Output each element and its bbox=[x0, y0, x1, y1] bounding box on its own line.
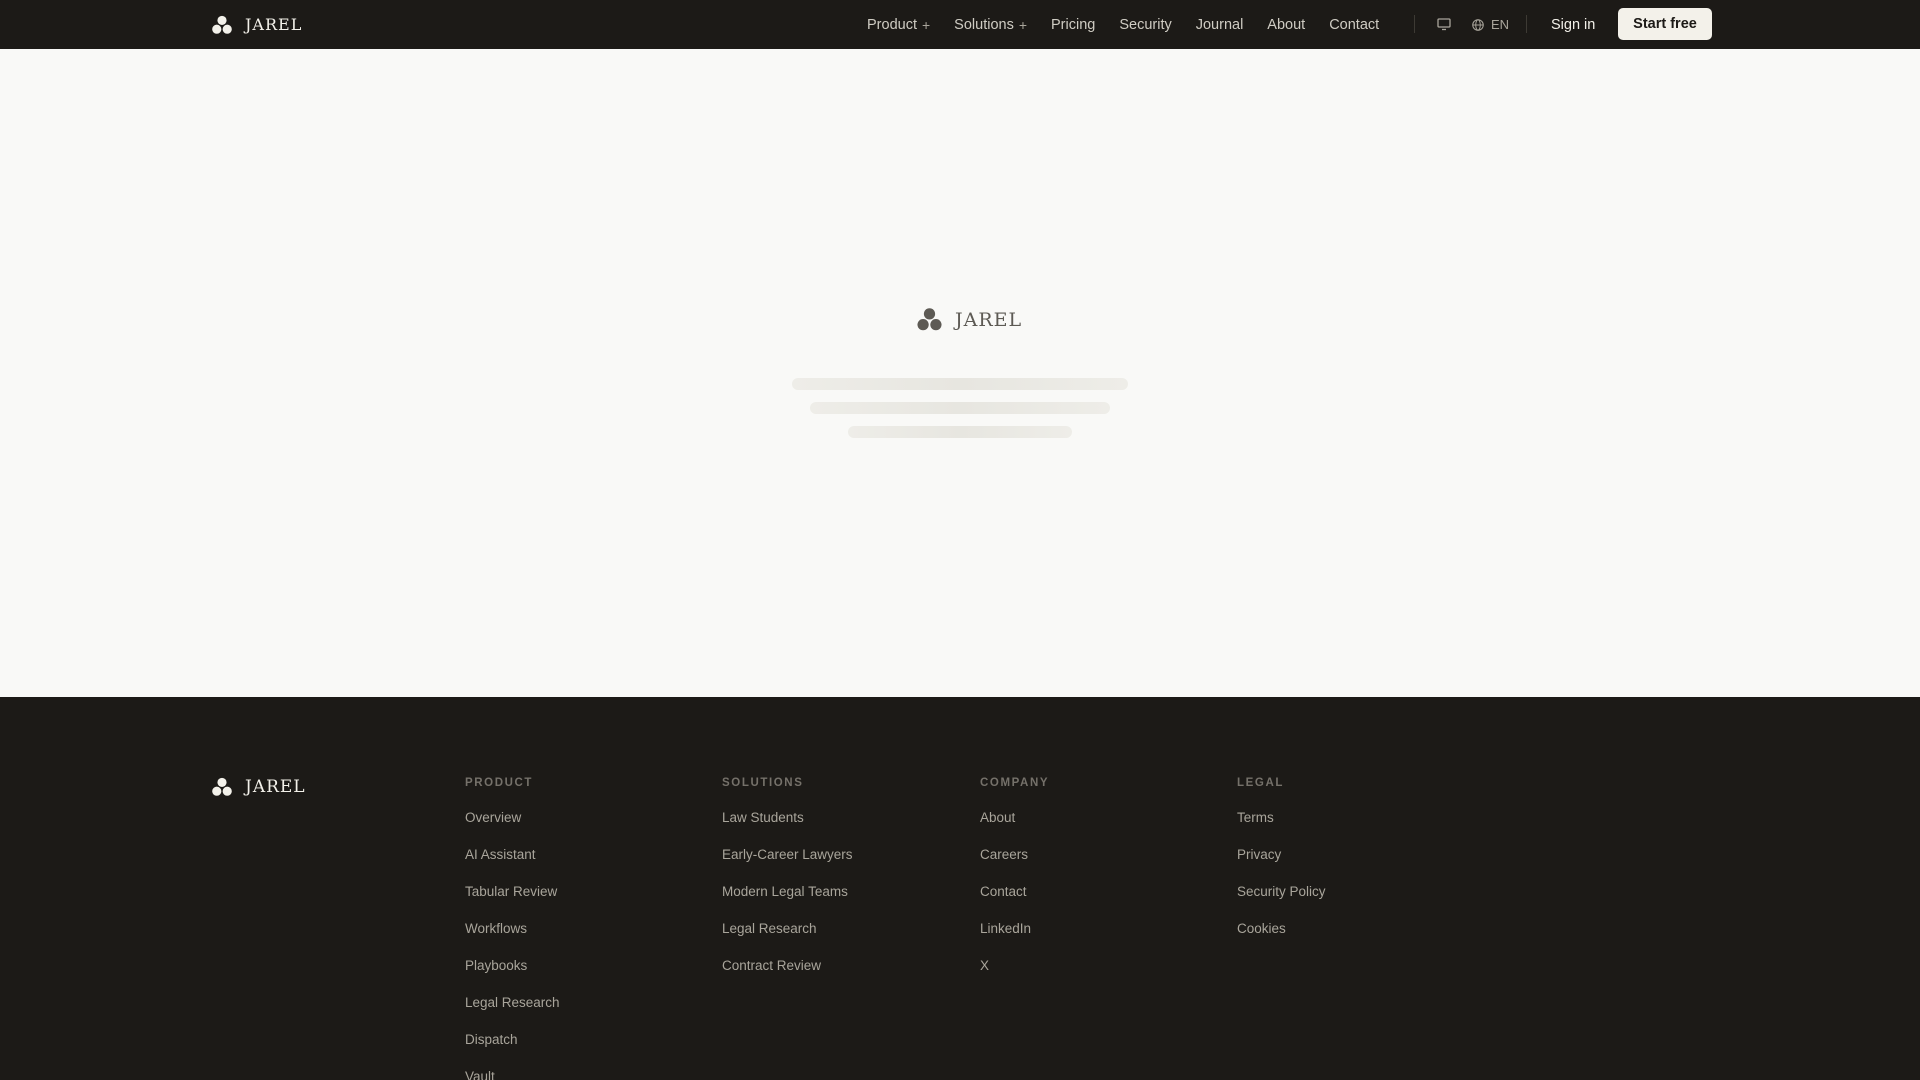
footer-logo[interactable]: JAREL bbox=[211, 774, 306, 800]
footer-link[interactable]: Security Policy bbox=[1237, 883, 1326, 920]
skeleton-line bbox=[848, 426, 1072, 438]
footer-link[interactable]: Legal Research bbox=[722, 920, 853, 957]
main-nav: Product + Solutions + Pricing Security J… bbox=[867, 0, 1403, 49]
skeleton-line bbox=[810, 402, 1110, 414]
nav-solutions-label: Solutions bbox=[954, 16, 1014, 33]
sign-in-link[interactable]: Sign in bbox=[1551, 0, 1595, 49]
site-footer bbox=[0, 697, 1920, 1080]
start-free-button[interactable]: Start free bbox=[1618, 8, 1712, 40]
brand-wordmark: JAREL bbox=[245, 777, 306, 797]
nav-product[interactable]: Product + bbox=[867, 17, 930, 33]
nav-security[interactable]: Security bbox=[1119, 17, 1171, 33]
footer-heading: SOLUTIONS bbox=[722, 777, 804, 789]
footer-link[interactable]: Dispatch bbox=[465, 1031, 560, 1068]
tri-leaf-logo-icon bbox=[212, 777, 232, 796]
nav-journal[interactable]: Journal bbox=[1196, 17, 1244, 33]
header-logo[interactable]: JAREL bbox=[211, 0, 302, 49]
language-code: EN bbox=[1491, 17, 1510, 32]
language-selector[interactable]: EN bbox=[1471, 0, 1509, 49]
footer-heading: LEGAL bbox=[1237, 777, 1284, 789]
footer-link[interactable]: About bbox=[980, 809, 1049, 846]
footer-link[interactable]: X bbox=[980, 957, 1049, 994]
footer-link[interactable]: Overview bbox=[465, 809, 560, 846]
footer-column-solutions: SOLUTIONS Law Students Early-Career Lawy… bbox=[722, 777, 853, 994]
footer-heading: COMPANY bbox=[980, 777, 1050, 789]
nav-divider bbox=[1526, 15, 1527, 33]
footer-link[interactable]: Privacy bbox=[1237, 846, 1326, 883]
brand-wordmark: JAREL bbox=[245, 15, 303, 34]
skeleton-line bbox=[792, 378, 1128, 390]
nav-about[interactable]: About bbox=[1267, 17, 1305, 33]
nav-solutions[interactable]: Solutions + bbox=[954, 17, 1027, 33]
footer-link[interactable]: AI Assistant bbox=[465, 846, 560, 883]
globe-icon bbox=[1472, 18, 1484, 31]
loading-logo: JAREL bbox=[916, 306, 1022, 333]
page: JAREL Product + Solutions + Pricing Secu… bbox=[0, 0, 1920, 1080]
nav-divider bbox=[1414, 15, 1415, 33]
footer-link[interactable]: Early-Career Lawyers bbox=[722, 846, 853, 883]
loading-wordmark: JAREL bbox=[955, 308, 1023, 331]
footer-link[interactable]: Careers bbox=[980, 846, 1049, 883]
footer-link[interactable]: LinkedIn bbox=[980, 920, 1049, 957]
nav-contact[interactable]: Contact bbox=[1329, 17, 1379, 33]
footer-link[interactable]: Contract Review bbox=[722, 957, 853, 994]
footer-link[interactable]: Legal Research bbox=[465, 994, 560, 1031]
tri-leaf-logo-icon bbox=[917, 308, 942, 331]
footer-link[interactable]: Contact bbox=[980, 883, 1049, 920]
footer-link[interactable]: Playbooks bbox=[465, 957, 560, 994]
footer-link[interactable]: Cookies bbox=[1237, 920, 1326, 957]
footer-column-company: COMPANY About Careers Contact LinkedIn X bbox=[980, 777, 1049, 994]
footer-link[interactable]: Law Students bbox=[722, 809, 853, 846]
footer-heading: PRODUCT bbox=[465, 777, 534, 789]
top-navigation-bar: JAREL Product + Solutions + Pricing Secu… bbox=[0, 0, 1920, 49]
footer-link[interactable]: Workflows bbox=[465, 920, 560, 957]
nav-product-label: Product bbox=[867, 16, 917, 33]
footer-column-legal: LEGAL Terms Privacy Security Policy Cook… bbox=[1237, 777, 1326, 957]
expand-plus-icon: + bbox=[921, 16, 931, 33]
monitor-icon[interactable] bbox=[1436, 16, 1452, 32]
nav-pricing[interactable]: Pricing bbox=[1051, 17, 1095, 33]
footer-link[interactable]: Vault bbox=[465, 1068, 560, 1080]
footer-column-product: PRODUCT Overview AI Assistant Tabular Re… bbox=[465, 777, 560, 1080]
expand-plus-icon: + bbox=[1018, 16, 1028, 33]
footer-link[interactable]: Tabular Review bbox=[465, 883, 560, 920]
footer-link[interactable]: Terms bbox=[1237, 809, 1326, 846]
tri-leaf-logo-icon bbox=[212, 15, 232, 34]
footer-link[interactable]: Modern Legal Teams bbox=[722, 883, 853, 920]
